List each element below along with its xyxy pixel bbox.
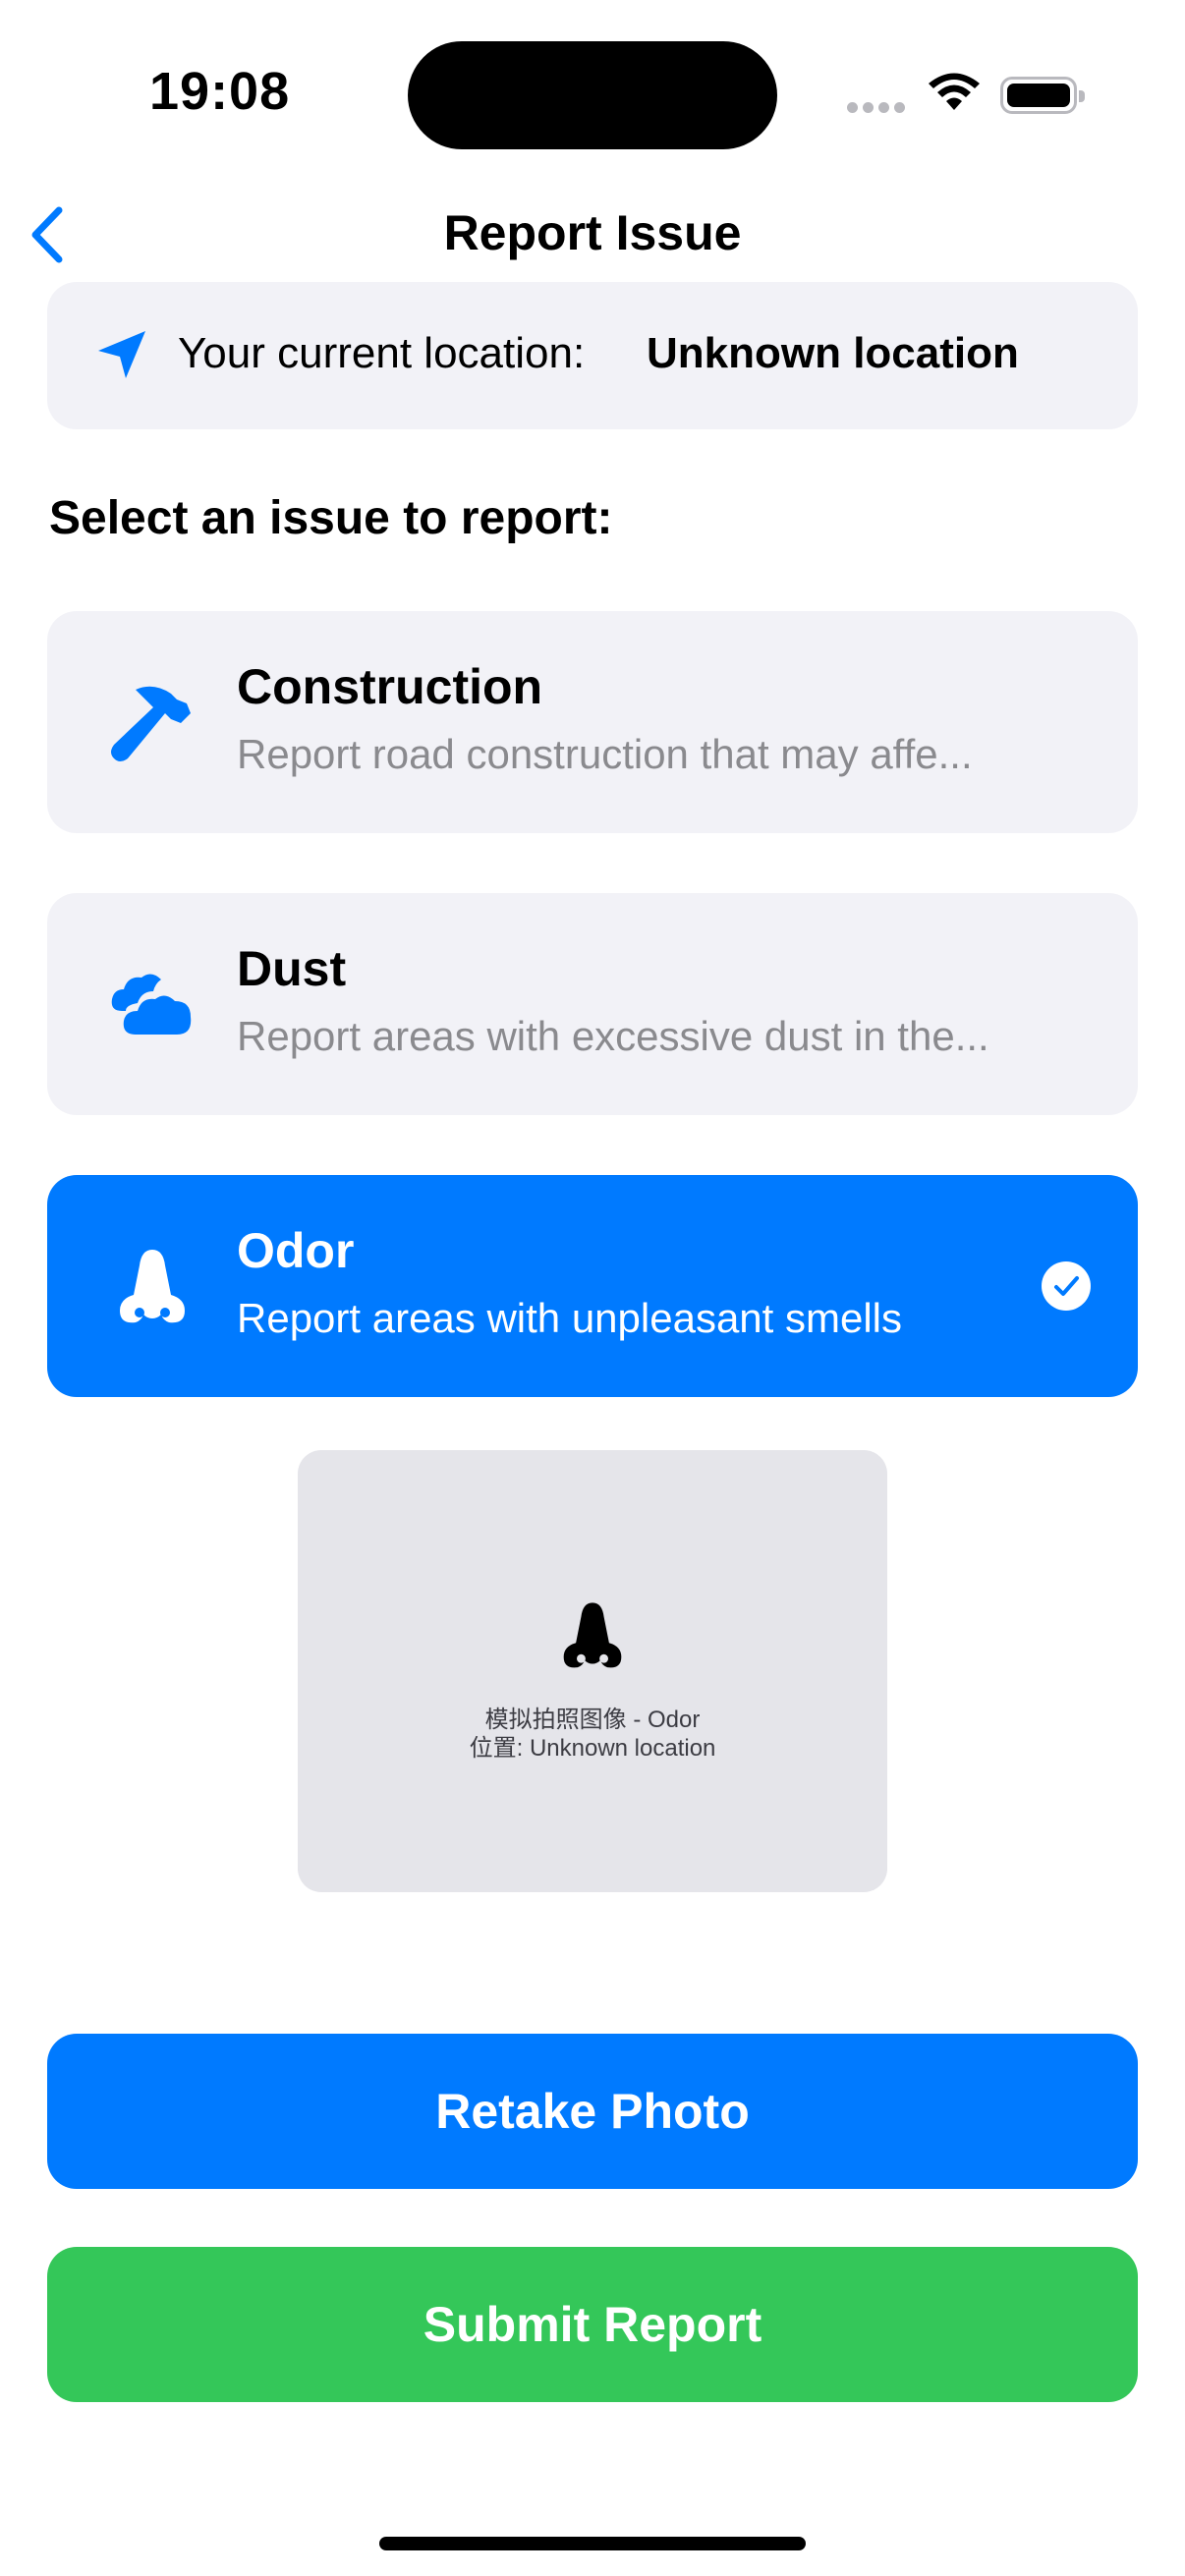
issue-description: Report road construction that may affe..… [237,731,973,777]
home-indicator [379,2537,806,2550]
cloud-icon [111,974,192,1035]
nose-icon [563,1602,622,1668]
status-time: 19:08 [149,62,291,121]
navigation-bar: Report Issue [0,187,1185,275]
hammer-icon [111,686,191,761]
retake-photo-button[interactable]: Retake Photo [47,2034,1138,2189]
issue-title: Dust [237,941,347,996]
location-arrow-icon [98,331,145,378]
section-title: Select an issue to report: [49,492,613,544]
photo-preview: 模拟拍照图像 - Odor 位置: Unknown location [298,1450,887,1892]
issue-option-odor[interactable]: Odor Report areas with unpleasant smells [47,1175,1138,1397]
issue-title: Odor [237,1223,355,1278]
issue-option-construction[interactable]: Construction Report road construction th… [47,611,1138,833]
page-title: Report Issue [443,205,742,260]
checkmark-icon [1042,1261,1091,1311]
location-card: Your current location: Unknown location [47,282,1138,429]
wifi-icon [929,73,980,110]
battery-icon [1000,77,1085,114]
signal-dots-icon [847,102,908,116]
location-value: Unknown location [647,329,1019,377]
nose-icon [120,1250,185,1323]
issue-option-dust[interactable]: Dust Report areas with excessive dust in… [47,893,1138,1115]
photo-location-caption: 位置: Unknown location [469,1735,716,1762]
issue-description: Report areas with excessive dust in the.… [237,1013,989,1059]
location-label: Your current location: [178,329,586,377]
dynamic-island [408,41,777,149]
issue-title: Construction [237,659,543,714]
issue-description: Report areas with unpleasant smells [237,1295,903,1341]
status-bar: 19:08 [0,0,1185,187]
submit-report-button[interactable]: Submit Report [47,2247,1138,2402]
